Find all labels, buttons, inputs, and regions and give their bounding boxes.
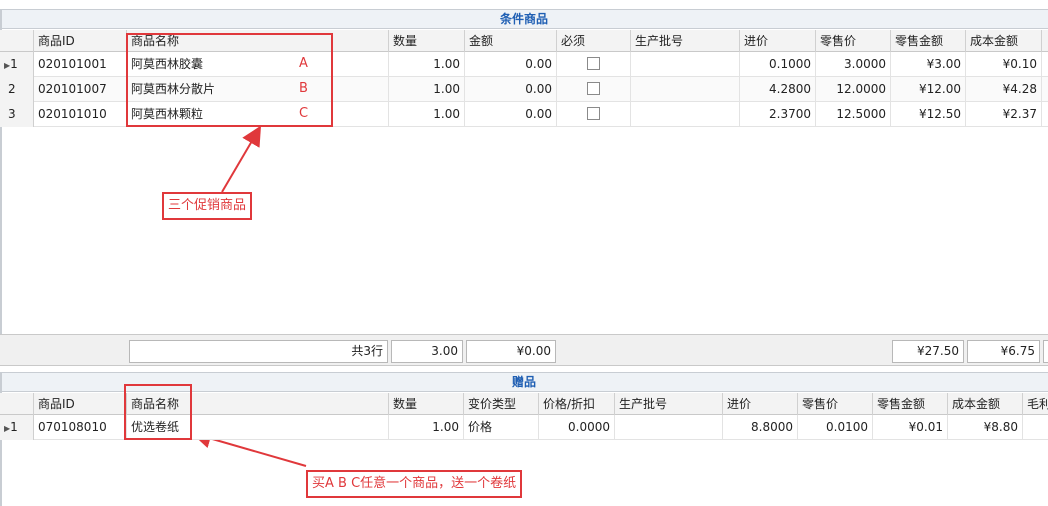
cell-cost-price[interactable]: 8.8000	[723, 415, 798, 440]
summary-qty-total: 3.00	[391, 340, 463, 363]
condition-goods-summary: 共3行 3.00 ¥0.00 ¥27.50 ¥6.75	[0, 334, 1048, 366]
cell-qty[interactable]: 1.00	[389, 415, 464, 440]
cell-price-discount[interactable]: 0.0000	[539, 415, 615, 440]
summary-more	[1043, 340, 1048, 363]
cell-id[interactable]: 070108010	[34, 415, 127, 440]
cell-retail-price[interactable]: 0.0100	[798, 415, 873, 440]
col-header-id[interactable]: 商品ID	[34, 393, 127, 415]
arrow-to-promo-goods	[221, 125, 262, 193]
cell-cost-amount[interactable]: ¥8.80	[948, 415, 1023, 440]
col-header-price-discount[interactable]: 价格/折扣	[539, 393, 615, 415]
col-header-cost-amount[interactable]: 成本金额	[948, 393, 1023, 415]
summary-row-count: 共3行	[129, 340, 388, 363]
summary-cost-total: ¥6.75	[967, 340, 1040, 363]
col-header-batch[interactable]: 生产批号	[615, 393, 723, 415]
cell-batch[interactable]	[615, 415, 723, 440]
col-header-cost-price[interactable]: 进价	[723, 393, 798, 415]
summary-amount-total: ¥0.00	[466, 340, 556, 363]
col-header-qty[interactable]: 数量	[389, 393, 464, 415]
cell-price-type[interactable]: 价格	[464, 415, 539, 440]
cell-retail-amount[interactable]: ¥0.01	[873, 415, 948, 440]
gift-highlight-box	[124, 384, 192, 440]
col-header-price-type[interactable]: 变价类型	[464, 393, 539, 415]
col-header-gross-profit[interactable]: 毛利	[1023, 393, 1048, 415]
col-header-retail-price[interactable]: 零售价	[798, 393, 873, 415]
row-indicator-header	[0, 393, 34, 415]
summary-retail-total: ¥27.50	[892, 340, 964, 363]
col-header-retail-amount[interactable]: 零售金额	[873, 393, 948, 415]
gift-note: 买A B C任意一个商品，送一个卷纸	[306, 470, 523, 498]
row-indicator: ▶1	[0, 415, 34, 440]
promo-goods-note: 三个促销商品	[162, 192, 253, 220]
